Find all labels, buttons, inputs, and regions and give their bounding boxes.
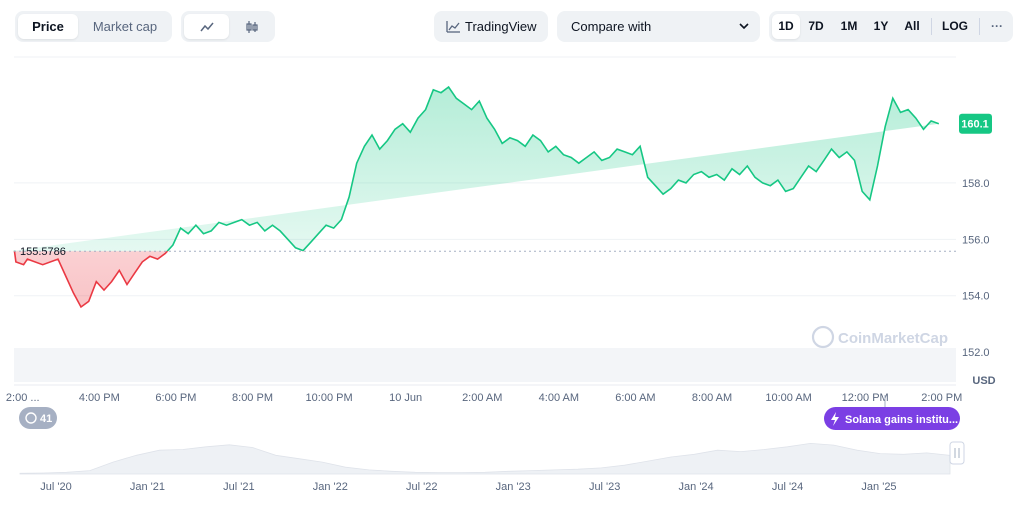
range-divider bbox=[931, 18, 932, 35]
y-gridlines bbox=[14, 56, 956, 353]
x-tick-label: 6:00 PM bbox=[155, 392, 196, 404]
news-counter-label: 41 bbox=[40, 413, 52, 425]
x-tick-label: 4:00 PM bbox=[79, 392, 120, 404]
navigator-label: Jan '23 bbox=[496, 481, 531, 493]
x-tick-label: 2:00 ... bbox=[6, 392, 40, 404]
log-toggle[interactable]: LOG bbox=[935, 14, 975, 39]
navigator-history-area bbox=[19, 442, 951, 475]
line-chart-button[interactable] bbox=[184, 14, 229, 39]
price-chart: 155.5786 152.0154.0156.0158.0 160.1 USD … bbox=[6, 56, 996, 493]
compare-label: Compare with bbox=[571, 19, 652, 34]
reference-price-label: 155.5786 bbox=[20, 246, 66, 258]
currency-label: USD bbox=[972, 375, 995, 387]
metric-toggle: Price Market cap bbox=[15, 11, 172, 42]
chart-toolbar: Price Market cap TradingView Compare wit… bbox=[0, 0, 1024, 52]
range-7d[interactable]: 7D bbox=[802, 14, 830, 39]
market-cap-tab[interactable]: Market cap bbox=[81, 14, 169, 39]
x-tick-label: 6:00 AM bbox=[615, 392, 655, 404]
navigator-label: Jan '25 bbox=[861, 481, 896, 493]
range-1d[interactable]: 1D bbox=[772, 14, 800, 39]
volume-band bbox=[14, 348, 956, 382]
x-tick-label: 8:00 PM bbox=[232, 392, 273, 404]
compare-select[interactable]: Compare with bbox=[557, 11, 760, 42]
x-tick-label: 10 Jun bbox=[389, 392, 422, 404]
navigator-label: Jul '21 bbox=[223, 481, 254, 493]
range-all[interactable]: All bbox=[897, 14, 927, 39]
y-tick-label: 152.0 bbox=[962, 347, 990, 359]
more-button[interactable]: ··· bbox=[983, 14, 1011, 39]
x-tick-label: 2:00 PM bbox=[921, 392, 962, 404]
navigator-labels: Jul '20 Jan '21 Jul '21 Jan '22 Jul '22 Jan '… bbox=[40, 481, 896, 493]
x-tick-label: 12:00 PM bbox=[842, 392, 889, 404]
coinmarketcap-logo-icon bbox=[811, 325, 835, 349]
x-tick-label: 8:00 AM bbox=[692, 392, 732, 404]
navigator-label: Jul '22 bbox=[406, 481, 437, 493]
y-tick-label: 158.0 bbox=[962, 178, 990, 190]
candlestick-icon bbox=[245, 21, 258, 33]
navigator-label: Jan '22 bbox=[313, 481, 348, 493]
tradingview-button[interactable]: TradingView bbox=[434, 11, 548, 42]
coinmarketcap-watermark: CoinMarketCap bbox=[811, 325, 948, 349]
x-tick-label: 10:00 AM bbox=[765, 392, 811, 404]
range-navigator[interactable] bbox=[19, 441, 965, 475]
tradingview-label: TradingView bbox=[465, 19, 537, 34]
current-price-tag: 160.1 bbox=[959, 113, 992, 134]
range-handle-icon[interactable] bbox=[949, 441, 965, 465]
y-tick-label: 154.0 bbox=[962, 291, 990, 303]
chart-type-toggle bbox=[181, 11, 275, 42]
x-axis-labels: 2:00 ... 4:00 PM 6:00 PM 8:00 PM 10:00 PM 10 … bbox=[6, 392, 962, 404]
range-1m[interactable]: 1M bbox=[833, 14, 865, 39]
watermark-text: CoinMarketCap bbox=[838, 330, 948, 347]
y-tick-label: 156.0 bbox=[962, 234, 990, 246]
navigator-label: Jan '21 bbox=[130, 481, 165, 493]
range-1y[interactable]: 1Y bbox=[867, 14, 895, 39]
line-chart-icon bbox=[199, 22, 214, 32]
x-tick-label: 10:00 PM bbox=[306, 392, 353, 404]
current-price-label: 160.1 bbox=[961, 119, 989, 131]
navigator-label: Jul '23 bbox=[589, 481, 620, 493]
tradingview-icon bbox=[446, 21, 460, 33]
x-tick-label: 4:00 AM bbox=[539, 392, 579, 404]
y-axis-labels: 152.0 154.0 156.0 158.0 bbox=[962, 178, 990, 359]
x-tick-label: 2:00 AM bbox=[462, 392, 502, 404]
event-label: Solana gains institu... bbox=[845, 414, 958, 426]
news-counter[interactable]: 41 bbox=[19, 407, 57, 429]
navigator-label: Jul '24 bbox=[772, 481, 803, 493]
candlestick-button[interactable] bbox=[231, 14, 272, 39]
navigator-label: Jul '20 bbox=[40, 481, 71, 493]
price-area-up bbox=[14, 87, 939, 252]
price-tab[interactable]: Price bbox=[18, 14, 78, 39]
navigator-label: Jan '24 bbox=[679, 481, 714, 493]
log-divider bbox=[979, 18, 980, 35]
range-selector: 1D 7D 1M 1Y All LOG ··· bbox=[769, 11, 1013, 42]
chevron-down-icon bbox=[739, 23, 749, 30]
